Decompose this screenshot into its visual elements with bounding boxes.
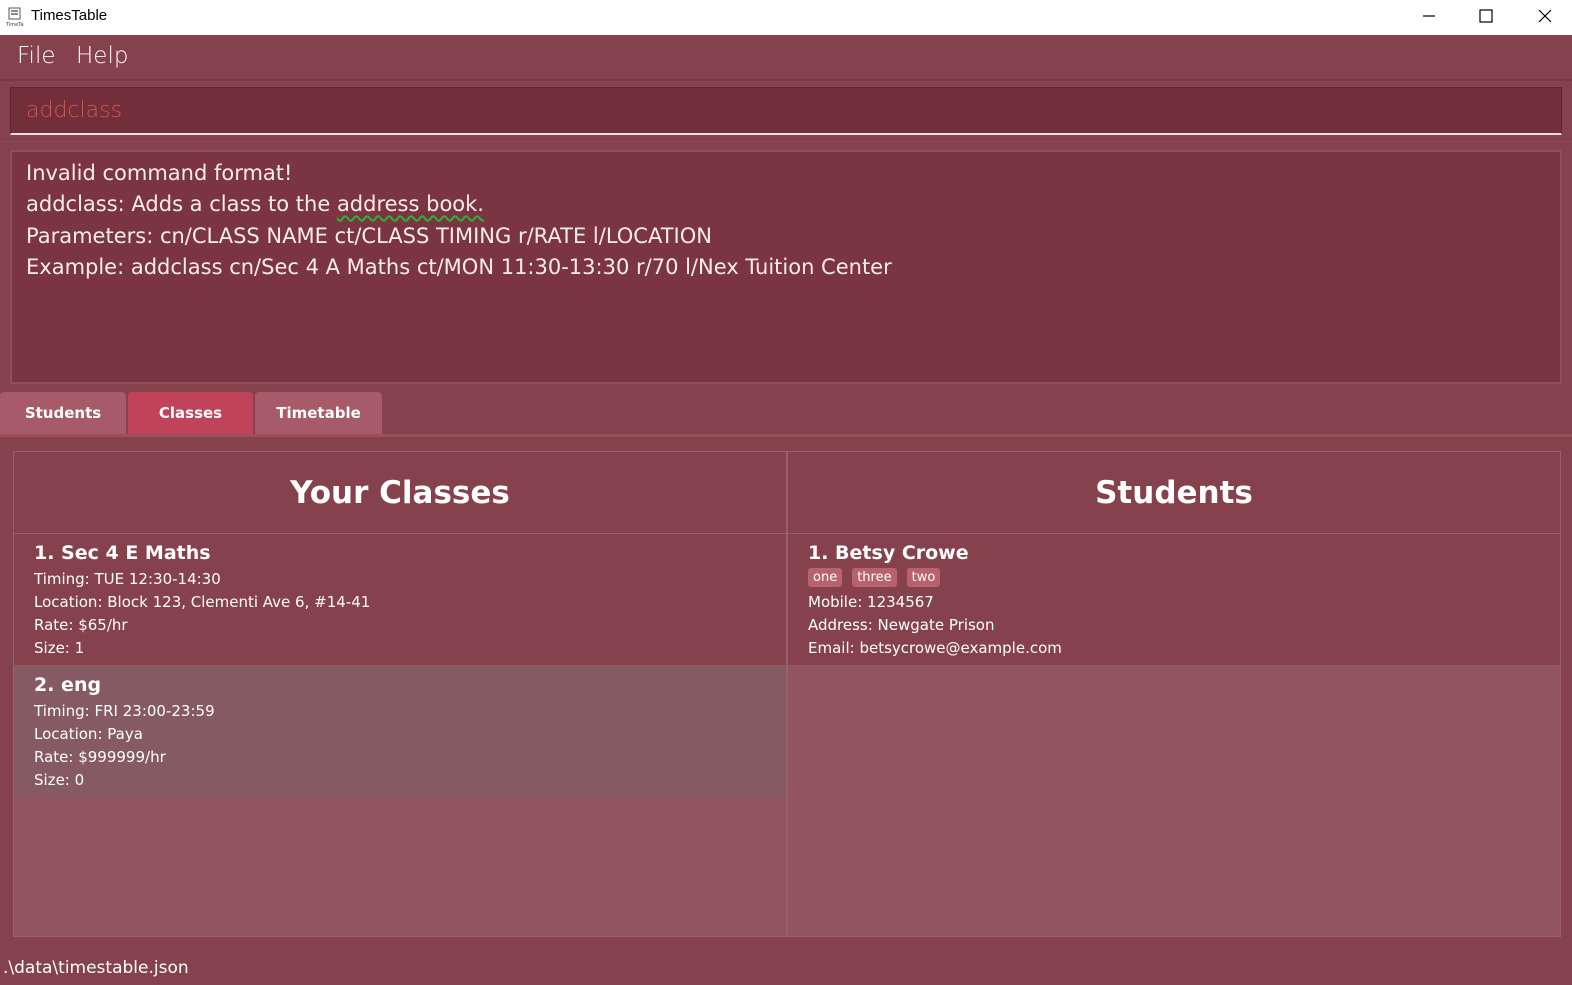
- class-card-rate: Rate: $999999/hr: [34, 748, 166, 766]
- command-box-container: addclass: [0, 81, 1572, 141]
- status-bar: .\data\timestable.json: [0, 949, 1572, 985]
- tab-content: Your Classes 1. Sec 4 E Maths Timing: TU…: [0, 437, 1572, 949]
- student-tag: one: [808, 568, 843, 587]
- class-card-size: Size: 1: [34, 639, 85, 657]
- svg-text:TimeTable: TimeTable: [6, 22, 24, 27]
- class-card-location: Location: Paya: [34, 725, 143, 743]
- result-display[interactable]: Invalid command format! addclass: Adds a…: [10, 150, 1562, 384]
- class-card-title: 2. eng: [34, 674, 102, 696]
- class-card[interactable]: 1. Sec 4 E Maths Timing: TUE 12:30-14:30…: [14, 534, 786, 665]
- class-card-size: Size: 0: [34, 771, 85, 789]
- close-icon: [1538, 9, 1552, 23]
- class-card-rate: Rate: $65/hr: [34, 616, 128, 634]
- class-card-title: 1. Sec 4 E Maths: [34, 542, 211, 564]
- student-card-address: Address: Newgate Prison: [808, 616, 995, 634]
- window-titlebar: TimeTable TimesTable: [0, 0, 1572, 35]
- minimize-icon: [1423, 15, 1435, 17]
- result-line-error: Invalid command format!: [26, 161, 293, 185]
- menu-bar: File Help: [0, 35, 1572, 79]
- spellcheck-underlined-text: address book.: [336, 192, 484, 216]
- classes-panel: Your Classes 1. Sec 4 E Maths Timing: TU…: [13, 451, 787, 937]
- result-line-parameters: Parameters: cn/CLASS NAME ct/CLASS TIMIN…: [26, 224, 712, 248]
- result-line-usage: addclass: Adds a class to the address bo…: [26, 192, 484, 216]
- student-tag: two: [906, 568, 941, 587]
- app-icon: TimeTable: [6, 7, 24, 27]
- class-card-timing: Timing: FRI 23:00-23:59: [34, 702, 215, 720]
- minimize-button[interactable]: [1400, 0, 1458, 33]
- result-usage-text: addclass: Adds a class to the: [26, 192, 337, 216]
- students-panel-title: Students: [788, 452, 1560, 534]
- class-card-location: Location: Block 123, Clementi Ave 6, #14…: [34, 593, 371, 611]
- student-card[interactable]: 1. Betsy Crowe one three two Mobile: 123…: [788, 534, 1560, 665]
- close-button[interactable]: [1516, 0, 1572, 33]
- tab-timetable[interactable]: Timetable: [255, 392, 382, 434]
- students-panel: Students 1. Betsy Crowe one three two Mo…: [787, 451, 1561, 937]
- result-line-example: Example: addclass cn/Sec 4 A Maths ct/MO…: [26, 255, 892, 279]
- student-tags: one three two: [808, 568, 941, 587]
- maximize-button[interactable]: [1458, 0, 1516, 33]
- classes-panel-title: Your Classes: [14, 452, 786, 534]
- window-title: TimesTable: [31, 7, 108, 24]
- menu-file[interactable]: File: [17, 43, 56, 69]
- result-display-container: Invalid command format! addclass: Adds a…: [0, 143, 1572, 390]
- student-card-email: Email: betsycrowe@example.com: [808, 639, 1062, 657]
- tab-classes[interactable]: Classes: [128, 392, 253, 434]
- command-input[interactable]: addclass: [10, 87, 1562, 135]
- status-file-path: .\data\timestable.json: [3, 958, 189, 978]
- command-input-text: addclass: [26, 98, 123, 123]
- menu-help[interactable]: Help: [76, 43, 128, 69]
- class-card-timing: Timing: TUE 12:30-14:30: [34, 570, 221, 588]
- maximize-icon: [1479, 9, 1493, 23]
- student-tag: three: [852, 568, 897, 587]
- tab-students[interactable]: Students: [0, 392, 126, 434]
- student-card-mobile: Mobile: 1234567: [808, 593, 934, 611]
- student-card-name: 1. Betsy Crowe: [808, 542, 969, 564]
- tab-bar: Students Classes Timetable: [0, 390, 1572, 436]
- class-card-selected[interactable]: 2. eng Timing: FRI 23:00-23:59 Location:…: [14, 666, 786, 797]
